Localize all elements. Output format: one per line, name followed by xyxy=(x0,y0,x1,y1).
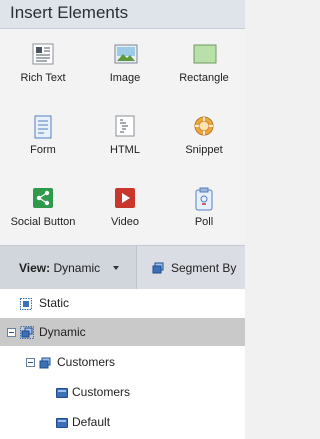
panel-header: Insert Elements xyxy=(0,0,245,29)
view-dropdown[interactable]: View: Dynamic xyxy=(0,246,137,289)
element-label: Image xyxy=(109,72,141,84)
rectangle-icon xyxy=(193,43,217,65)
tree-item-label: Dynamic xyxy=(39,325,86,339)
segment-icon xyxy=(56,388,68,398)
tree-item-dynamic[interactable]: Dynamic xyxy=(0,318,245,346)
element-snippet[interactable]: Snippet xyxy=(164,101,244,161)
panel-title: Insert Elements xyxy=(10,3,129,22)
element-label: Form xyxy=(30,144,56,156)
share-icon xyxy=(32,187,54,209)
tree-item-label: Customers xyxy=(72,385,131,399)
element-label: Poll xyxy=(194,216,214,228)
video-play-icon xyxy=(114,187,136,209)
tree-item-label: Customers xyxy=(57,355,116,369)
element-label: Snippet xyxy=(185,144,223,156)
segment-icon xyxy=(152,261,164,274)
element-label: Social Button xyxy=(10,216,76,228)
segment-label: Segment By xyxy=(171,261,237,275)
view-prefix: View: xyxy=(19,261,51,275)
tree-item-customers-group[interactable]: Customers xyxy=(0,348,245,376)
collapse-icon[interactable] xyxy=(26,358,35,367)
view-toolbar: View: Dynamic Segment By xyxy=(0,245,245,290)
html-icon xyxy=(114,115,136,137)
tree-item-default[interactable]: Default xyxy=(0,408,245,436)
element-social-button[interactable]: Social Button xyxy=(3,173,83,233)
segment-group-icon xyxy=(39,356,51,369)
image-icon xyxy=(114,43,138,65)
element-form[interactable]: Form xyxy=(3,101,83,161)
tree-item-customers-segment[interactable]: Customers xyxy=(0,378,245,406)
element-rectangle[interactable]: Rectangle xyxy=(164,29,244,89)
chevron-down-icon xyxy=(113,266,119,270)
elements-grid: Rich Text Image Rectangle Form HTML Snip… xyxy=(0,29,245,243)
element-video[interactable]: Video xyxy=(85,173,165,233)
view-value: Dynamic xyxy=(53,261,101,275)
element-html[interactable]: HTML xyxy=(85,101,165,161)
element-image[interactable]: Image xyxy=(85,29,165,89)
rich-text-icon xyxy=(32,43,54,65)
element-label: Video xyxy=(111,216,139,228)
element-rich-text[interactable]: Rich Text xyxy=(3,29,83,89)
snippet-icon xyxy=(193,115,215,137)
tree-item-label: Default xyxy=(72,415,111,429)
collapse-icon[interactable] xyxy=(7,328,16,337)
segment-tree: Static Dynamic Customers Customers Defau… xyxy=(0,289,245,439)
tree-item-label: Static xyxy=(39,296,70,310)
element-label: HTML xyxy=(110,144,140,156)
dynamic-page-icon xyxy=(20,326,34,339)
segment-by-button[interactable]: Segment By xyxy=(137,246,245,289)
element-label: Rectangle xyxy=(179,72,229,84)
element-label: Rich Text xyxy=(20,72,66,84)
static-page-icon xyxy=(20,297,32,310)
segment-icon xyxy=(56,418,68,428)
element-poll[interactable]: Poll xyxy=(164,173,244,233)
poll-icon xyxy=(193,187,215,211)
form-icon xyxy=(32,115,54,139)
tree-item-static[interactable]: Static xyxy=(0,289,245,317)
